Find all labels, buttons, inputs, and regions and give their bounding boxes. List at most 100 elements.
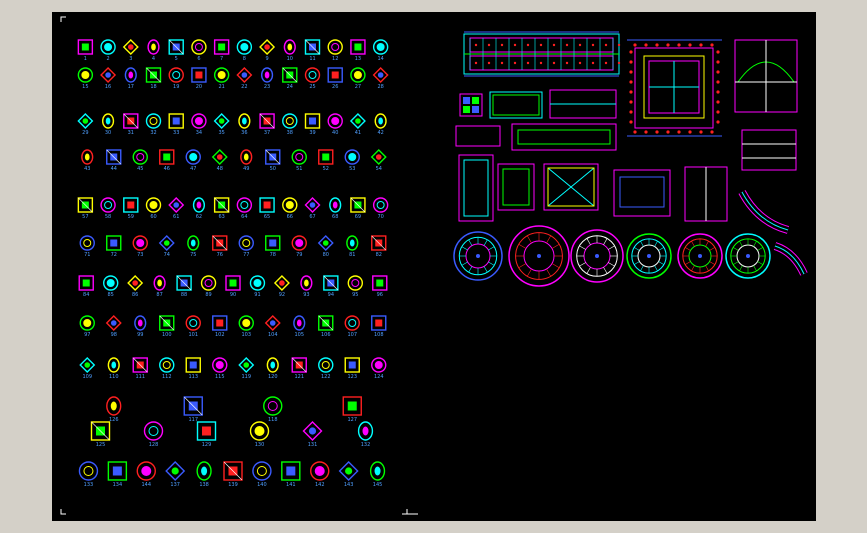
library-symbol[interactable] — [191, 113, 207, 129]
dotted-bar-panel[interactable] — [741, 129, 797, 171]
library-symbol[interactable] — [200, 275, 217, 291]
library-symbol[interactable] — [369, 461, 386, 481]
library-symbol[interactable] — [127, 275, 144, 291]
library-symbol[interactable] — [293, 315, 306, 331]
library-symbol[interactable] — [265, 149, 281, 165]
library-symbol[interactable] — [291, 235, 307, 251]
library-symbol[interactable] — [122, 39, 139, 55]
library-symbol[interactable] — [211, 149, 228, 165]
library-symbol[interactable] — [106, 396, 122, 416]
library-symbol[interactable] — [124, 67, 137, 83]
library-symbol[interactable] — [370, 149, 387, 165]
library-symbol[interactable] — [374, 113, 387, 129]
library-symbol[interactable] — [100, 39, 116, 55]
library-symbol[interactable] — [372, 67, 389, 83]
library-symbol[interactable] — [236, 197, 253, 213]
library-symbol[interactable] — [191, 67, 207, 83]
library-symbol[interactable] — [342, 396, 362, 416]
library-symbol[interactable] — [291, 149, 307, 165]
round-ceiling-plan[interactable] — [626, 233, 672, 279]
library-symbol[interactable] — [329, 197, 342, 213]
library-symbol[interactable] — [318, 149, 334, 165]
library-symbol[interactable] — [372, 39, 389, 55]
library-symbol[interactable] — [347, 275, 364, 291]
library-symbol[interactable] — [300, 275, 313, 291]
library-symbol[interactable] — [183, 396, 203, 416]
library-symbol[interactable] — [249, 275, 266, 291]
library-symbol[interactable] — [145, 67, 162, 83]
library-symbol[interactable] — [338, 461, 359, 481]
circular-ceiling-plans[interactable] — [453, 225, 771, 287]
cad-drawing-canvas[interactable]: 1 2 3 4 5 6 7 8 9 10 11 12 13 1415 16 17 18 19 20 21 22 23 24 2… — [52, 12, 816, 521]
library-symbol[interactable] — [302, 421, 323, 441]
library-symbol[interactable] — [259, 113, 275, 129]
round-ceiling-plan[interactable] — [508, 225, 570, 287]
library-symbol[interactable] — [145, 113, 162, 129]
cad-drawing-viewport[interactable]: 1 2 3 4 5 6 7 8 9 10 11 12 13 14 15 16 17 18 19 20 21 22 23 24 2… — [52, 12, 816, 521]
library-symbol[interactable] — [102, 275, 119, 291]
library-symbol[interactable] — [238, 357, 255, 373]
library-symbol[interactable] — [238, 315, 254, 331]
library-symbol[interactable] — [136, 461, 156, 481]
library-symbol[interactable] — [282, 113, 298, 129]
curved-bar-pieces[interactable] — [738, 190, 808, 276]
library-symbol[interactable] — [106, 149, 122, 165]
library-symbol[interactable] — [304, 39, 321, 55]
library-symbol[interactable] — [213, 113, 230, 129]
library-symbol[interactable] — [349, 113, 366, 129]
round-ceiling-plan[interactable] — [677, 233, 723, 279]
library-symbol[interactable] — [77, 39, 94, 55]
library-symbol[interactable] — [236, 67, 253, 83]
library-symbol[interactable] — [344, 357, 360, 373]
library-symbol[interactable] — [145, 197, 162, 213]
library-symbol[interactable] — [100, 67, 117, 83]
library-symbol[interactable] — [327, 67, 343, 83]
library-symbol[interactable] — [266, 357, 279, 373]
strip-plan-drawing[interactable] — [463, 31, 620, 77]
library-symbol[interactable] — [100, 197, 116, 213]
library-symbol[interactable] — [357, 421, 374, 441]
library-symbol[interactable] — [318, 315, 334, 331]
library-symbol[interactable] — [192, 197, 206, 213]
library-symbol[interactable] — [259, 39, 276, 55]
arch-ceiling-plan[interactable] — [734, 39, 798, 113]
library-symbol[interactable] — [291, 357, 307, 373]
library-symbol[interactable] — [185, 315, 201, 331]
library-symbol[interactable] — [372, 197, 389, 213]
library-symbol[interactable] — [283, 39, 296, 55]
library-symbol[interactable] — [153, 275, 166, 291]
library-symbol[interactable] — [223, 461, 243, 481]
library-symbol[interactable] — [77, 113, 94, 129]
library-symbol[interactable] — [132, 235, 148, 251]
library-symbol[interactable] — [77, 197, 94, 213]
library-symbol[interactable] — [318, 357, 334, 373]
library-symbol[interactable] — [168, 113, 184, 129]
library-symbol[interactable] — [132, 149, 148, 165]
library-symbol[interactable] — [350, 39, 366, 55]
library-symbol[interactable] — [304, 67, 321, 83]
library-symbol[interactable] — [78, 275, 94, 291]
library-symbol[interactable] — [238, 235, 254, 251]
long-bar-plan[interactable] — [455, 123, 617, 151]
library-symbol[interactable] — [323, 275, 339, 291]
round-ceiling-plan[interactable] — [725, 233, 771, 279]
library-symbol[interactable] — [371, 235, 387, 251]
library-symbol[interactable] — [158, 235, 175, 251]
library-symbol[interactable] — [134, 315, 147, 331]
library-symbol[interactable] — [187, 235, 200, 251]
library-symbol[interactable] — [78, 461, 99, 481]
library-symbol[interactable] — [168, 197, 185, 213]
library-symbol[interactable] — [317, 235, 334, 251]
library-symbol[interactable] — [213, 197, 230, 213]
library-symbol[interactable] — [273, 275, 290, 291]
library-symbol[interactable] — [132, 357, 148, 373]
library-symbol[interactable] — [176, 275, 192, 291]
library-symbol[interactable] — [123, 197, 139, 213]
library-symbol[interactable] — [168, 67, 184, 83]
library-symbol[interactable] — [238, 113, 251, 129]
library-symbol[interactable] — [281, 461, 301, 481]
library-symbol[interactable] — [282, 67, 298, 83]
round-ceiling-plan[interactable] — [453, 231, 503, 281]
library-symbol[interactable] — [107, 357, 120, 373]
library-symbol[interactable] — [310, 461, 330, 481]
